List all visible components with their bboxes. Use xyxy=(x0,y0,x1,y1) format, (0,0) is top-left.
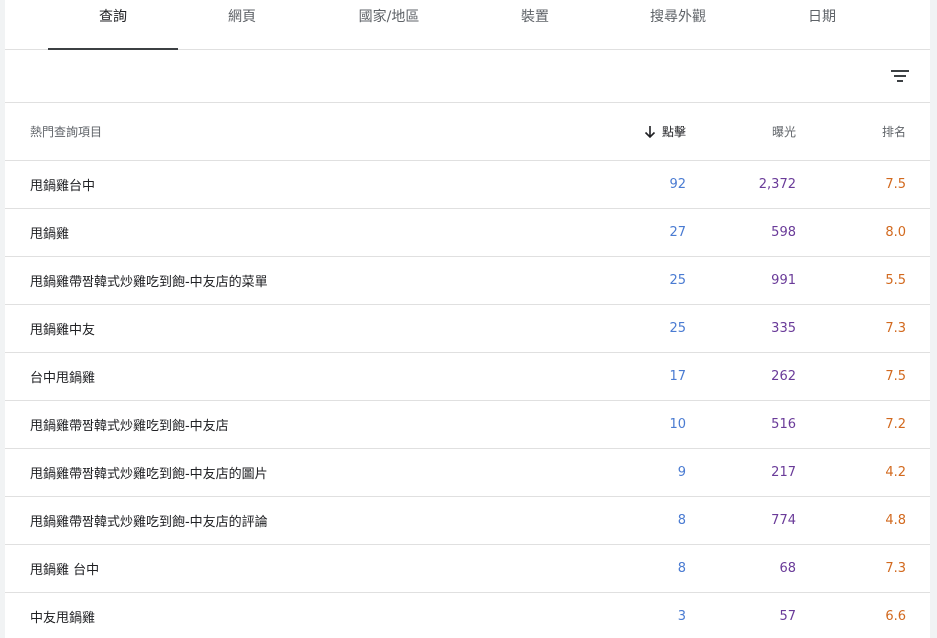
clicks-cell: 3 xyxy=(677,609,686,624)
table-row[interactable]: 甩鍋雞 台中 8 68 7.3 xyxy=(5,545,930,593)
clicks-cell: 25 xyxy=(669,273,686,288)
impressions-cell: 57 xyxy=(779,609,796,624)
table-row[interactable]: 中友甩鍋雞 3 57 6.6 xyxy=(5,593,930,638)
position-cell: 4.2 xyxy=(885,465,906,480)
query-cell: 甩鍋雞帶짬韓式炒雞吃到飽-中友店的評論 xyxy=(30,515,268,530)
position-cell: 7.5 xyxy=(885,369,906,384)
position-cell: 7.3 xyxy=(885,321,906,336)
query-cell: 台中甩鍋雞 xyxy=(30,371,96,386)
clicks-cell: 8 xyxy=(677,513,686,528)
query-cell: 甩鍋雞台中 xyxy=(30,179,96,194)
impressions-cell: 598 xyxy=(771,225,796,240)
tab-countries[interactable]: 國家/地區 xyxy=(324,0,454,49)
clicks-cell: 8 xyxy=(677,561,686,576)
table-row[interactable]: 甩鍋雞台中 92 2,372 7.5 xyxy=(5,161,930,209)
clicks-cell: 9 xyxy=(677,465,686,480)
filter-list-icon xyxy=(891,70,909,82)
query-cell: 甩鍋雞帶짬韓式炒雞吃到飽-中友店的圖片 xyxy=(30,467,268,482)
tab-pages[interactable]: 網頁 xyxy=(177,0,307,49)
table-toolbar xyxy=(5,50,930,103)
impressions-cell: 335 xyxy=(771,321,796,336)
performance-card: 查詢 網頁 國家/地區 裝置 搜尋外觀 日期 熱門查詢項目 點擊 曝光 排名 甩… xyxy=(5,0,930,638)
clicks-cell: 27 xyxy=(669,225,686,240)
position-cell: 6.6 xyxy=(885,609,906,624)
table-row[interactable]: 甩鍋雞帶짬韓式炒雞吃到飽-中友店的評論 8 774 4.8 xyxy=(5,497,930,545)
header-clicks-label: 點擊 xyxy=(661,125,686,139)
tab-label: 日期 xyxy=(808,9,836,25)
table-row[interactable]: 甩鍋雞帶짬韓式炒雞吃到飽-中友店的圖片 9 217 4.2 xyxy=(5,449,930,497)
position-cell: 7.2 xyxy=(885,417,906,432)
tab-devices[interactable]: 裝置 xyxy=(470,0,600,49)
impressions-cell: 262 xyxy=(771,369,796,384)
impressions-cell: 2,372 xyxy=(758,177,796,192)
header-impressions[interactable]: 曝光 xyxy=(772,103,796,160)
filter-button[interactable] xyxy=(884,60,916,92)
query-cell: 甩鍋雞帶짬韓式炒雞吃到飽-中友店 xyxy=(30,419,229,434)
table-row[interactable]: 台中甩鍋雞 17 262 7.5 xyxy=(5,353,930,401)
tab-dates[interactable]: 日期 xyxy=(757,0,887,49)
impressions-cell: 68 xyxy=(779,561,796,576)
header-clicks[interactable]: 點擊 xyxy=(644,103,686,160)
query-cell: 甩鍋雞 xyxy=(30,227,70,242)
impressions-cell: 516 xyxy=(771,417,796,432)
table-row[interactable]: 甩鍋雞中友 25 335 7.3 xyxy=(5,305,930,353)
tab-label: 搜尋外觀 xyxy=(650,9,706,25)
header-position[interactable]: 排名 xyxy=(882,103,906,160)
position-cell: 8.0 xyxy=(885,225,906,240)
tab-label: 國家/地區 xyxy=(358,9,420,25)
table-header: 熱門查詢項目 點擊 曝光 排名 xyxy=(5,103,930,161)
arrow-down-icon xyxy=(644,125,656,139)
clicks-cell: 92 xyxy=(669,177,686,192)
position-cell: 4.8 xyxy=(885,513,906,528)
tab-label: 網頁 xyxy=(228,9,256,25)
query-cell: 甩鍋雞 台中 xyxy=(30,563,100,578)
position-cell: 7.3 xyxy=(885,561,906,576)
clicks-cell: 25 xyxy=(669,321,686,336)
impressions-cell: 217 xyxy=(771,465,796,480)
table-row[interactable]: 甩鍋雞 27 598 8.0 xyxy=(5,209,930,257)
impressions-cell: 991 xyxy=(771,273,796,288)
clicks-cell: 10 xyxy=(669,417,686,432)
tab-label: 裝置 xyxy=(521,9,549,25)
clicks-cell: 17 xyxy=(669,369,686,384)
tab-search-appearance[interactable]: 搜尋外觀 xyxy=(613,0,743,49)
query-cell: 甩鍋雞帶짬韓式炒雞吃到飽-中友店的菜單 xyxy=(30,275,268,290)
tab-label: 查詢 xyxy=(99,9,127,25)
position-cell: 5.5 xyxy=(885,273,906,288)
table-row[interactable]: 甩鍋雞帶짬韓式炒雞吃到飽-中友店的菜單 25 991 5.5 xyxy=(5,257,930,305)
position-cell: 7.5 xyxy=(885,177,906,192)
tab-queries[interactable]: 查詢 xyxy=(48,0,178,50)
queries-table: 熱門查詢項目 點擊 曝光 排名 甩鍋雞台中 92 2,372 7.5 甩鍋雞 2… xyxy=(5,103,930,638)
query-cell: 中友甩鍋雞 xyxy=(30,611,96,626)
header-query[interactable]: 熱門查詢項目 xyxy=(30,103,102,160)
query-cell: 甩鍋雞中友 xyxy=(30,323,96,338)
impressions-cell: 774 xyxy=(771,513,796,528)
table-row[interactable]: 甩鍋雞帶짬韓式炒雞吃到飽-中友店 10 516 7.2 xyxy=(5,401,930,449)
dimension-tabs: 查詢 網頁 國家/地區 裝置 搜尋外觀 日期 xyxy=(5,0,930,50)
